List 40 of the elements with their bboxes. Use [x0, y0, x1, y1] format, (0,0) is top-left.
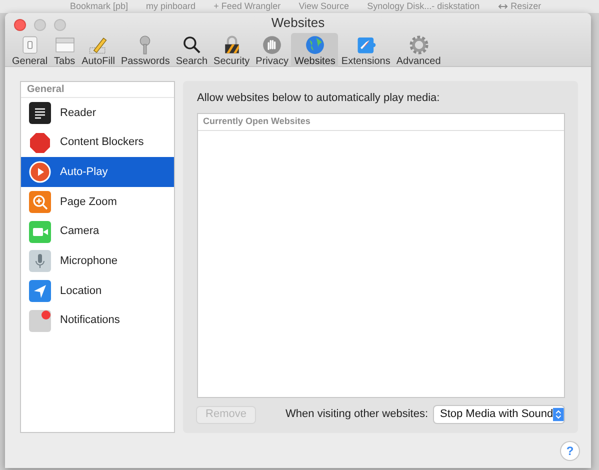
toolbar-tab[interactable]: AutoFill: [78, 33, 118, 67]
stop-sign-icon: [29, 132, 51, 154]
toolbar-tab[interactable]: General: [9, 33, 51, 67]
stepper-icon: [553, 406, 564, 423]
toolbar-tab[interactable]: Passwords: [118, 33, 173, 67]
gear-icon: [408, 34, 430, 56]
toolbar-tab[interactable]: Extensions: [338, 33, 394, 67]
description-text: Allow websites below to automatically play media:: [197, 91, 441, 105]
sidebar-item[interactable]: Content Blockers: [21, 128, 174, 158]
section-heading: General: [27, 83, 64, 97]
other-websites-label: When visiting other websites:: [286, 407, 428, 422]
zoom-button[interactable]: [54, 19, 66, 31]
play-icon: [29, 161, 51, 184]
microphone-icon: [29, 250, 51, 272]
media-policy-select[interactable]: Stop Media with Sound: [434, 406, 564, 423]
sidebar-item[interactable]: Reader: [21, 98, 174, 128]
close-button[interactable]: [14, 19, 26, 31]
sidebar-item[interactable]: Microphone: [21, 246, 174, 276]
toolbar-tab[interactable]: Advanced: [393, 33, 444, 67]
toolbar-tab[interactable]: Websites: [291, 33, 338, 67]
toolbar-tab[interactable]: Privacy: [252, 33, 292, 67]
toolbar-tab[interactable]: Tabs: [50, 33, 79, 67]
sidebar-item[interactable]: Camera: [21, 216, 174, 246]
toolbar-tab[interactable]: Security: [210, 33, 253, 67]
sidebar-item[interactable]: Auto-Play: [21, 157, 174, 188]
sidebar-item[interactable]: Notifications: [21, 306, 174, 336]
magnifier-icon: [29, 190, 51, 213]
column-header: Currently Open Websites: [203, 115, 310, 128]
globe-icon: [304, 34, 326, 56]
reader-icon: [29, 102, 51, 124]
resize-icon: [498, 3, 508, 10]
search-icon: [180, 34, 203, 56]
sidebar-item[interactable]: Page Zoom: [21, 187, 174, 217]
notification-icon: [29, 310, 51, 332]
toolbar-tab[interactable]: Search: [172, 33, 211, 67]
window-title: Websites: [271, 16, 325, 30]
hand-icon: [261, 34, 284, 56]
minimize-button[interactable]: [34, 19, 46, 31]
sidebar-item[interactable]: Location: [21, 276, 174, 306]
video-camera-icon: [29, 220, 51, 243]
